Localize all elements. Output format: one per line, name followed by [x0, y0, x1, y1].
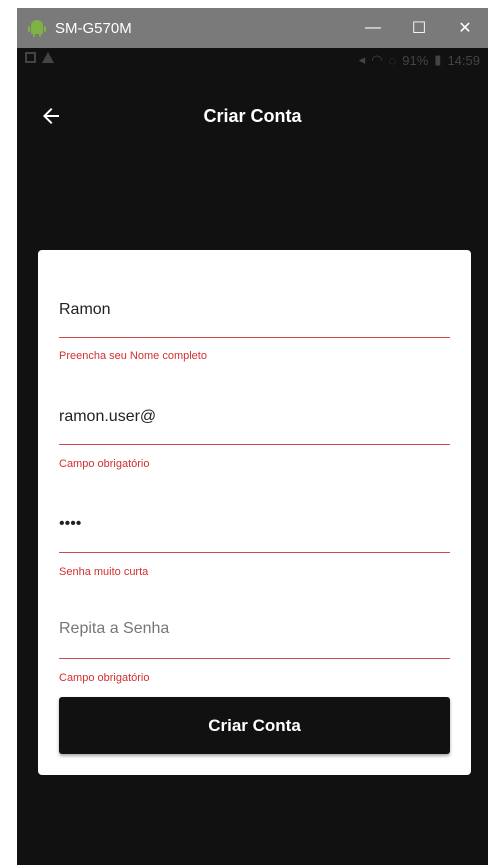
minimize-button[interactable]: —: [350, 8, 396, 48]
notification-icon: [25, 52, 36, 63]
window-title: SM-G570M: [55, 19, 132, 37]
name-input-value[interactable]: Ramon: [59, 301, 111, 319]
repeat-password-underline: [59, 658, 450, 659]
password-error-text: Senha muito curta: [59, 566, 149, 578]
email-error-text: Campo obrigatório: [59, 458, 150, 470]
android-icon: [28, 20, 46, 37]
window-titlebar: SM-G570M — ☐ ✕: [17, 8, 488, 48]
name-error-text: Preencha seu Nome completo: [59, 350, 207, 362]
password-underline: [59, 552, 450, 553]
app-bar: Criar Conta: [17, 88, 488, 144]
status-bar: ◂ ◠ ◌ 91% ▮ 14:59: [17, 48, 488, 72]
mute-icon: ◂: [358, 52, 366, 67]
warning-icon: [42, 52, 54, 63]
alarm-icon: ◌: [388, 52, 397, 68]
close-button[interactable]: ✕: [442, 8, 488, 48]
signup-form-card: Ramon Preencha seu Nome completo ramon.u…: [38, 250, 471, 775]
email-underline: [59, 444, 450, 445]
emulator-window: SM-G570M — ☐ ✕ ◂ ◠ ◌ 91% ▮ 14:59 Criar C…: [17, 8, 488, 865]
maximize-button[interactable]: ☐: [396, 8, 442, 48]
battery-icon: ▮: [434, 52, 442, 67]
create-account-button[interactable]: Criar Conta: [59, 697, 450, 754]
clock: 14:59: [447, 52, 480, 68]
email-input-value[interactable]: ramon.user@: [59, 408, 156, 426]
wifi-icon: ◠: [371, 52, 383, 67]
repeat-password-placeholder[interactable]: Repita a Senha: [59, 620, 169, 638]
page-title: Criar Conta: [203, 106, 302, 126]
password-input-value[interactable]: ••••: [59, 515, 81, 533]
name-underline: [59, 337, 450, 338]
repeat-password-error-text: Campo obrigatório: [59, 672, 150, 684]
battery-percentage: 91%: [402, 52, 429, 68]
